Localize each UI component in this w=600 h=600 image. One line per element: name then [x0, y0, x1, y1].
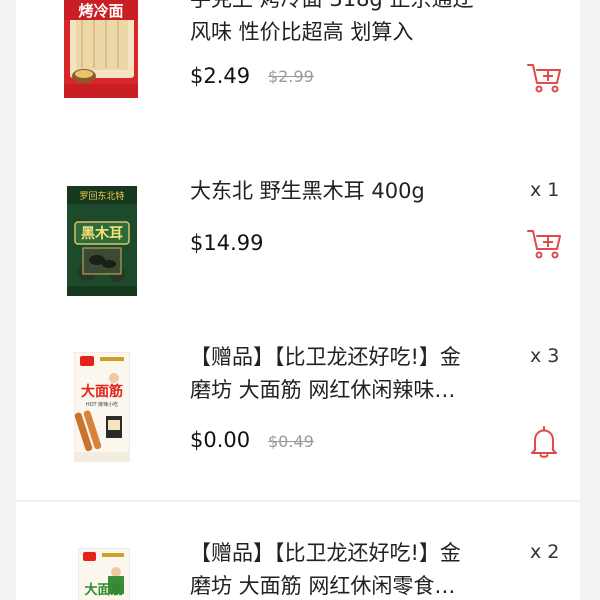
- quantity-label: x 2: [530, 541, 560, 563]
- gluten-snack-package-image: 大面筋 HOT 麻辣小吃: [74, 352, 130, 462]
- product-title-line2: 磨坊 大面筋 网红休闲辣味…: [190, 378, 456, 402]
- original-price: $2.99: [268, 67, 314, 86]
- product-title-line1: 手克上 烤冷面 318g 正宗通辽: [190, 0, 500, 16]
- product-image-black-fungus[interactable]: 罗回东北特 黑木耳: [67, 186, 137, 296]
- package-label: 黑木耳: [81, 225, 123, 242]
- gluten-snack-package-image: 大面筋: [78, 548, 130, 600]
- product-price: $0.00: [190, 428, 251, 452]
- product-image-gluten[interactable]: 大面筋: [78, 548, 130, 600]
- package-label: 烤冷面: [78, 2, 123, 20]
- add-to-cart-icon: [527, 64, 561, 93]
- product-title[interactable]: 【赠品】【比卫龙还好吃!】金 磨坊 大面筋 网红休闲零食…: [190, 537, 500, 600]
- product-title-line2: 磨坊 大面筋 网红休闲零食…: [190, 574, 456, 598]
- product-title[interactable]: 大东北 野生黑木耳 400g: [190, 175, 500, 208]
- product-title-line1: 【赠品】【比卫龙还好吃!】金: [190, 345, 461, 369]
- product-image-gluten[interactable]: 大面筋 HOT 麻辣小吃: [74, 352, 130, 462]
- bell-icon: [531, 426, 557, 458]
- cart-list-page: 烤冷面 手克上 烤冷面 318g 正宗通辽 风味 性价比超高 划算入 $2.49…: [0, 0, 600, 600]
- item-divider: [16, 500, 580, 502]
- product-title[interactable]: 手克上 烤冷面 318g 正宗通辽 风味 性价比超高 划算入: [190, 0, 500, 49]
- package-label: 大面筋: [81, 383, 123, 400]
- product-price: $2.49: [190, 64, 251, 88]
- add-to-cart-icon: [527, 230, 561, 259]
- product-image-cold-noodle[interactable]: 烤冷面: [64, 0, 138, 98]
- product-price: $14.99: [190, 231, 264, 255]
- notify-button[interactable]: [528, 424, 564, 460]
- package-top-label: 罗回东北特: [79, 190, 124, 202]
- quantity-label: x 3: [530, 345, 560, 367]
- add-to-cart-button[interactable]: [526, 226, 562, 262]
- package-sub-label: HOT 麻辣小吃: [86, 401, 118, 408]
- cold-noodle-package-image: 烤冷面: [64, 0, 138, 98]
- product-title-line1: 大东北 野生黑木耳 400g: [190, 179, 425, 203]
- product-title[interactable]: 【赠品】【比卫龙还好吃!】金 磨坊 大面筋 网红休闲辣味…: [190, 341, 500, 407]
- product-title-line1: 【赠品】【比卫龙还好吃!】金: [190, 541, 461, 565]
- product-title-line2: 风味 性价比超高 划算入: [190, 20, 414, 44]
- quantity-label: x 1: [530, 179, 560, 201]
- black-fungus-package-image: 罗回东北特 黑木耳: [67, 186, 137, 296]
- add-to-cart-button[interactable]: [526, 60, 562, 96]
- original-price: $0.49: [268, 432, 314, 451]
- package-label: 大面筋: [84, 582, 123, 598]
